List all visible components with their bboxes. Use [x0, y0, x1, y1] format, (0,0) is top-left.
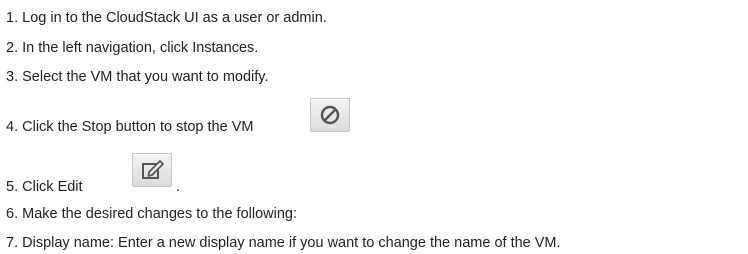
step-number: 1.	[6, 10, 23, 26]
step-text: In the left navigation, click Instances.	[22, 40, 259, 56]
step-7: 7. Display name: Enter a new display nam…	[6, 235, 561, 252]
stop-icon	[320, 105, 340, 125]
step-6: 6. Make the desired changes to the follo…	[6, 206, 297, 223]
step-text: Display name: Enter a new display name i…	[22, 235, 561, 251]
step-text: Click Edit	[22, 179, 83, 195]
step-number: 3.	[6, 69, 23, 85]
step-number: 4.	[6, 119, 23, 135]
step-number: 7.	[6, 235, 23, 251]
step-5-period: .	[176, 179, 181, 195]
step-1: 1. Log in to the CloudStack UI as a user…	[6, 10, 327, 27]
step-2: 2. In the left navigation, click Instanc…	[6, 40, 258, 57]
step-5: 5. Click Edit	[6, 179, 83, 196]
step-text: Click the Stop button to stop the VM	[22, 119, 254, 135]
step-text: Select the VM that you want to modify.	[22, 69, 269, 85]
stop-button[interactable]	[310, 98, 350, 132]
step-3: 3. Select the VM that you want to modify…	[6, 69, 268, 86]
step-number: 5.	[6, 179, 23, 195]
step-4: 4. Click the Stop button to stop the VM	[6, 119, 253, 136]
edit-icon	[142, 160, 164, 179]
step-text: Log in to the CloudStack UI as a user or…	[22, 10, 327, 26]
edit-button[interactable]	[132, 153, 172, 187]
step-number: 2.	[6, 40, 23, 56]
step-text: Make the desired changes to the followin…	[22, 206, 297, 222]
step-number: 6.	[6, 206, 23, 222]
